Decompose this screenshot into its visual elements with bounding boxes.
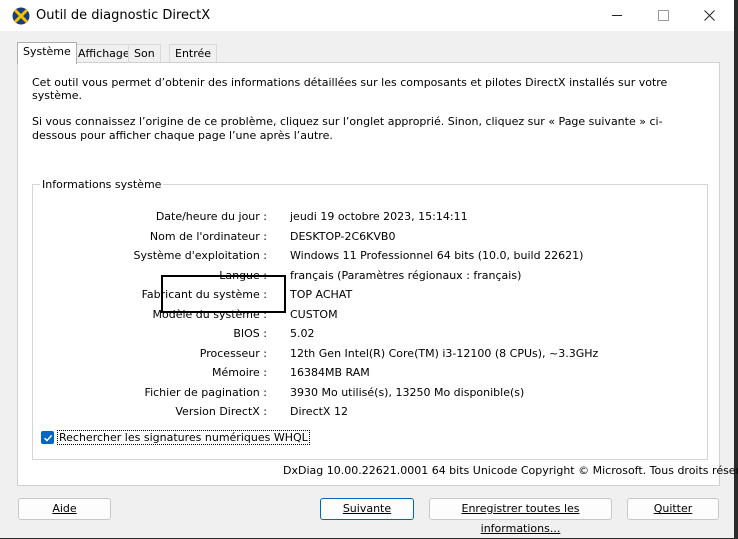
info-label: BIOS : bbox=[233, 327, 267, 340]
close-button[interactable] bbox=[686, 0, 732, 31]
info-row-computer-name: Nom de l'ordinateur : DESKTOP-2C6KVB0 bbox=[33, 230, 693, 246]
help-button[interactable]: Aide bbox=[18, 498, 111, 520]
info-value: jeudi 19 octobre 2023, 15:14:11 bbox=[290, 210, 468, 223]
maximize-icon bbox=[657, 10, 669, 21]
system-tab-panel: Cet outil vous permet d’obtenir des info… bbox=[17, 62, 720, 486]
maximize-button[interactable] bbox=[640, 0, 686, 31]
title-bar[interactable]: Outil de diagnostic DirectX bbox=[0, 0, 734, 31]
info-label: Système d'exploitation : bbox=[133, 249, 267, 262]
info-label: Version DirectX : bbox=[175, 405, 267, 418]
version-copyright: DxDiag 10.00.22621.0001 64 bits Unicode … bbox=[283, 464, 738, 477]
info-row-processor: Processeur : 12th Gen Intel(R) Core(TM) … bbox=[33, 347, 693, 363]
info-row-pagefile: Fichier de pagination : 3930 Mo utilisé(… bbox=[33, 386, 693, 402]
info-value: 12th Gen Intel(R) Core(TM) i3-12100 (8 C… bbox=[290, 346, 599, 360]
info-row-memory: Mémoire : 16384MB RAM bbox=[33, 366, 693, 382]
info-label: Mémoire : bbox=[211, 366, 267, 379]
tab-son[interactable]: Son bbox=[128, 44, 161, 63]
checkmark-icon bbox=[43, 434, 52, 442]
whql-option[interactable]: Rechercher les signatures numériques WHQ… bbox=[41, 430, 310, 445]
window-title: Outil de diagnostic DirectX bbox=[36, 8, 211, 23]
info-value: 3930 Mo utilisé(s), 13250 Mo disponible(… bbox=[290, 385, 525, 399]
info-row-os: Système d'exploitation : Windows 11 Prof… bbox=[33, 249, 693, 265]
info-value: 16384MB RAM bbox=[290, 366, 370, 379]
next-button-label: Suivante bbox=[342, 502, 392, 515]
tab-entree[interactable]: Entrée bbox=[169, 44, 218, 63]
info-row-language: Langue : français (Paramètres régionaux … bbox=[33, 269, 693, 285]
info-row-manufacturer: Fabricant du système : TOP ACHAT bbox=[33, 288, 693, 304]
minimize-button[interactable] bbox=[594, 0, 640, 31]
minimize-icon bbox=[612, 15, 622, 16]
quit-button[interactable]: Quitter bbox=[627, 498, 719, 520]
info-value: DESKTOP-2C6KVB0 bbox=[290, 229, 396, 243]
instructions-text: Si vous connaissez l’origine de ce probl… bbox=[32, 115, 663, 142]
info-value: 5.02 bbox=[290, 327, 315, 340]
info-value: DirectX 12 bbox=[290, 405, 348, 418]
info-value: TOP ACHAT bbox=[290, 288, 353, 301]
info-value: français (Paramètres régionaux : françai… bbox=[290, 268, 522, 282]
quit-button-label: Quitter bbox=[653, 502, 693, 515]
whql-label[interactable]: Rechercher les signatures numériques WHQ… bbox=[57, 430, 310, 445]
dxdiag-window: Outil de diagnostic DirectX Système Affi… bbox=[0, 0, 738, 538]
whql-checkbox[interactable] bbox=[41, 431, 54, 444]
info-label: Nom de l'ordinateur : bbox=[149, 229, 267, 243]
save-all-button-label: Enregistrer toutes les informations... bbox=[461, 502, 580, 535]
intro-text: Cet outil vous permet d’obtenir des info… bbox=[32, 76, 668, 102]
help-button-label: Aide bbox=[52, 502, 77, 515]
info-row-date: Date/heure du jour : jeudi 19 octobre 20… bbox=[33, 210, 693, 226]
info-value: Windows 11 Professionnel 64 bits (10.0, … bbox=[290, 249, 584, 262]
directx-icon bbox=[12, 7, 30, 25]
close-icon bbox=[703, 10, 715, 21]
tab-affichage[interactable]: Affichage bbox=[72, 44, 136, 63]
tab-systeme[interactable]: Système bbox=[17, 42, 77, 64]
info-value: CUSTOM bbox=[290, 307, 338, 321]
system-info-group: Informations système Date/heure du jour … bbox=[32, 178, 708, 460]
info-label: Fichier de pagination : bbox=[144, 385, 267, 399]
info-label: Date/heure du jour : bbox=[155, 210, 267, 223]
highlight-box bbox=[161, 275, 286, 313]
info-row-directx: Version DirectX : DirectX 12 bbox=[33, 405, 693, 421]
save-all-button[interactable]: Enregistrer toutes les informations... bbox=[429, 498, 612, 535]
next-button[interactable]: Suivante bbox=[320, 498, 414, 520]
info-row-model: Modèle du système : CUSTOM bbox=[33, 308, 693, 324]
system-info-title: Informations système bbox=[40, 178, 164, 191]
info-row-bios: BIOS : 5.02 bbox=[33, 327, 693, 343]
info-label: Processeur : bbox=[199, 346, 267, 360]
